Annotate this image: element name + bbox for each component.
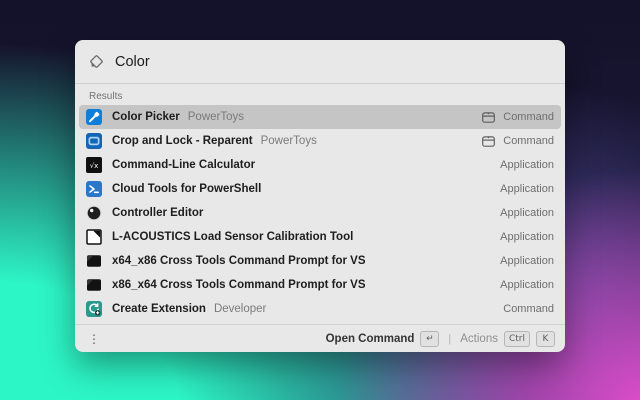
result-subtitle: Developer [214,303,266,315]
enter-key-badge: ↵ [420,331,439,347]
result-title: x64_x86 Cross Tools Command Prompt for V… [112,255,366,267]
command-palette-icon [89,54,104,69]
open-command-button[interactable]: Open Command ↵ [326,331,440,347]
color-picker-icon [86,109,102,125]
results-section-label: Results [75,84,565,105]
result-title: x86_x64 Cross Tools Command Prompt for V… [112,279,366,291]
result-title: Color Picker [112,111,180,123]
k-key-badge: K [536,331,555,347]
command-type-icon [482,136,495,147]
actions-label: Actions [460,333,498,345]
ctrl-key-badge: Ctrl [504,331,530,347]
result-title: Create Extension [112,303,206,315]
crop-and-lock-icon [86,133,102,149]
console-icon [86,253,102,269]
result-type-badge: Application [500,207,554,219]
status-bar: ⋮ Open Command ↵ | Actions Ctrl K [75,324,565,352]
result-title: Cloud Tools for PowerShell [112,183,261,195]
search-input[interactable]: Color [115,54,150,70]
result-row[interactable]: x86_x64 Cross Tools Command Prompt for V… [79,273,561,297]
footer-separator: | [448,333,451,345]
result-type-badge: Application [500,231,554,243]
result-title: Command-Line Calculator [112,159,255,171]
kebab-menu-icon[interactable]: ⋮ [85,333,103,345]
results-list: Color Picker PowerToys Command Crop and … [75,105,565,324]
result-row[interactable]: Create Extension Developer Command [79,297,561,321]
create-extension-icon [86,301,102,317]
svg-text:√x: √x [90,162,99,170]
result-row[interactable]: x64_x86 Cross Tools Command Prompt for V… [79,249,561,273]
result-title: Controller Editor [112,207,203,219]
result-row[interactable]: Controller Editor Application [79,201,561,225]
result-row[interactable]: √x Command-Line Calculator Application [79,153,561,177]
command-type-icon [482,112,495,123]
result-row[interactable]: Crop and Lock - Reparent PowerToys Comma… [79,129,561,153]
result-type-badge: Application [500,255,554,267]
powershell-icon [86,181,102,197]
result-title: Crop and Lock - Reparent [112,135,253,147]
open-command-label: Open Command [326,333,415,345]
result-type-badge: Application [500,183,554,195]
result-type-badge: Command [503,135,554,147]
result-type-badge: Command [503,111,554,123]
result-type-badge: Application [500,279,554,291]
search-bar: Color [75,40,565,84]
result-row[interactable]: Cloud Tools for PowerShell Application [79,177,561,201]
result-type-badge: Application [500,159,554,171]
result-subtitle: PowerToys [261,135,317,147]
result-type-badge: Command [503,303,554,315]
result-title: L-ACOUSTICS Load Sensor Calibration Tool [112,231,353,243]
actions-button[interactable]: Actions Ctrl K [460,331,555,347]
result-row[interactable]: Color Picker PowerToys Command [79,105,561,129]
result-subtitle: PowerToys [188,111,244,123]
calculator-icon: √x [86,157,102,173]
console-icon [86,277,102,293]
result-row[interactable]: L-ACOUSTICS Load Sensor Calibration Tool… [79,225,561,249]
command-palette-window: Color Results Color Picker PowerToys Com… [75,40,565,352]
controller-icon [86,205,102,221]
lacoustics-icon [86,229,102,245]
